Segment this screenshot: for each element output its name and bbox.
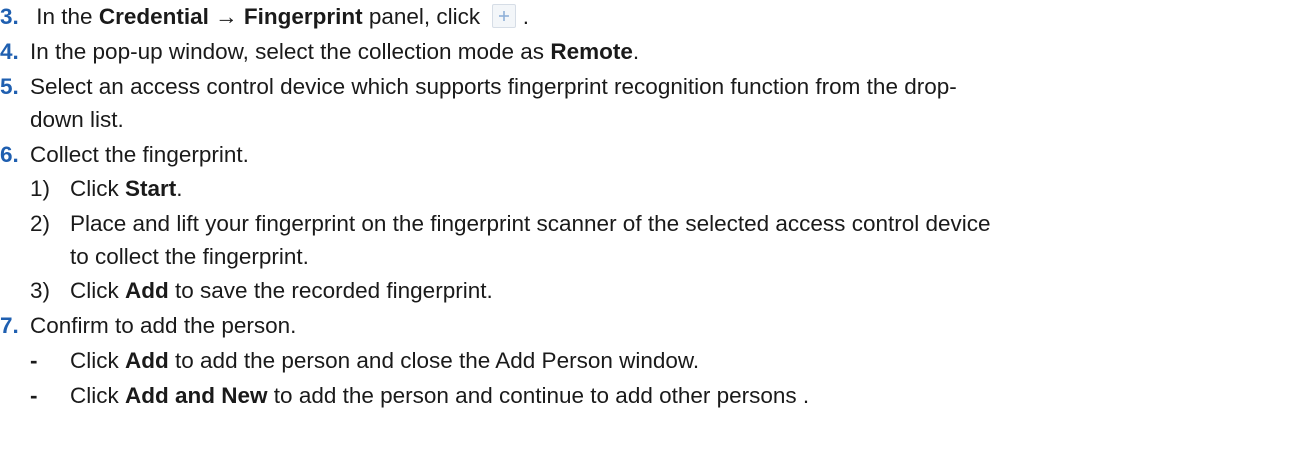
- step-text: Click: [70, 383, 119, 408]
- step-text: Click: [70, 348, 119, 373]
- ui-path: Credential → Fingerprint: [98, 4, 363, 29]
- step-text: .: [522, 4, 529, 29]
- bullet-dash: -: [30, 348, 38, 373]
- step-text: to add the person and continue to add ot…: [273, 383, 810, 408]
- step-text: In the: [36, 4, 93, 29]
- step-7: 7. Confirm to add the person.: [0, 309, 296, 342]
- step-text: Select an access control device which su…: [30, 74, 957, 99]
- step-4: 4. In the pop-up window, select the colle…: [0, 35, 639, 68]
- step-5-cont: down list.: [30, 103, 124, 136]
- bullet-dash: -: [30, 383, 38, 408]
- step-text: Click: [70, 176, 119, 201]
- step-text: to collect the fingerprint.: [70, 244, 309, 269]
- button-name: Add and New: [125, 383, 268, 408]
- mode-name: Remote: [550, 39, 633, 64]
- step-number: 5.: [0, 74, 19, 99]
- step-text: Place and lift your fingerprint on the f…: [70, 211, 991, 236]
- substep-1: 1) Click Start.: [30, 172, 183, 205]
- step-text: to save the recorded fingerprint.: [175, 278, 493, 303]
- step-number: 3.: [0, 4, 19, 29]
- substep-number: 3): [30, 278, 51, 303]
- step-5: 5. Select an access control device which …: [0, 70, 957, 103]
- substep-2-cont: to collect the fingerprint.: [70, 240, 309, 273]
- button-name: Add: [125, 278, 169, 303]
- substep-2: 2) Place and lift your fingerprint on the…: [30, 207, 991, 240]
- step-text: down list.: [30, 107, 124, 132]
- step-text: In the pop-up window, select the collect…: [30, 39, 545, 64]
- plus-icon: [492, 4, 517, 28]
- substep-3: 3) Click Add to save the recorded fingerp…: [30, 274, 493, 307]
- substep-number: 1): [30, 176, 51, 201]
- step-text: to add the person and close the Add Pers…: [175, 348, 700, 373]
- bullet-2: - Click Add and New to add the person and…: [30, 379, 809, 412]
- step-number: 4.: [0, 39, 19, 64]
- bullet-1: - Click Add to add the person and close t…: [30, 344, 699, 377]
- button-name: Start: [125, 176, 177, 201]
- step-3: 3. In the Credential → Fingerprint panel…: [0, 0, 529, 33]
- step-number: 6.: [0, 142, 19, 167]
- step-text: .: [632, 39, 640, 64]
- step-text: Collect the fingerprint.: [30, 142, 249, 167]
- step-text: Click: [70, 278, 119, 303]
- step-text: Confirm to add the person.: [30, 313, 297, 338]
- substep-number: 2): [30, 211, 51, 236]
- button-name: Add: [125, 348, 169, 373]
- step-text: .: [176, 176, 183, 201]
- step-text: panel, click: [368, 4, 481, 29]
- step-number: 7.: [0, 313, 19, 338]
- step-6: 6. Collect the fingerprint.: [0, 138, 249, 171]
